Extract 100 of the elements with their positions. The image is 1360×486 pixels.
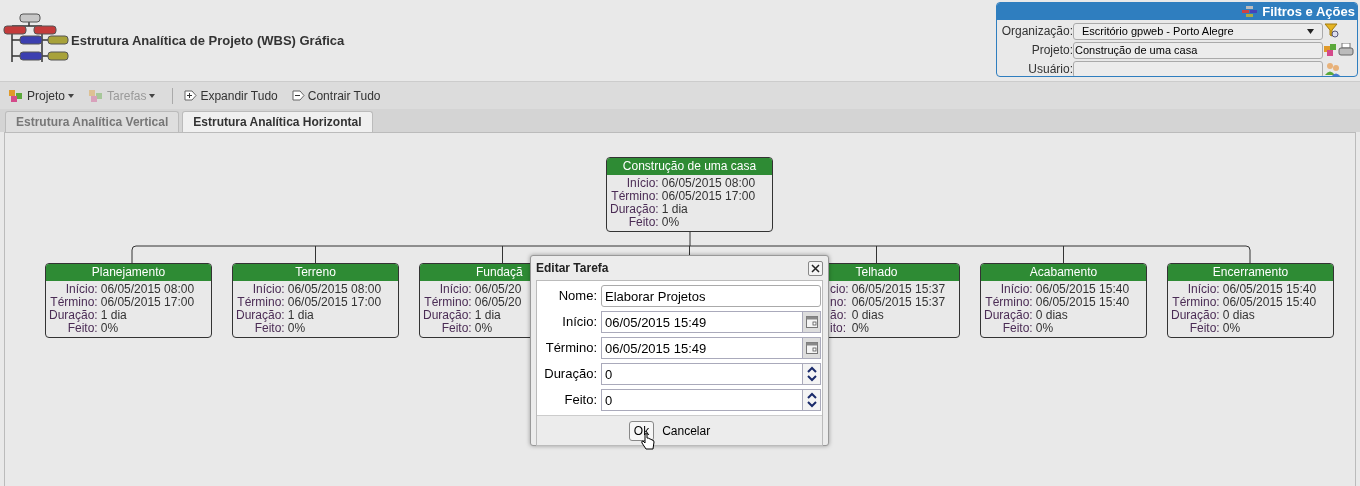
field-value: 0 dias — [851, 309, 885, 322]
task-node[interactable]: Encerramento Início: 06/05/2015 15:40 Término: 06/05/2015 15:40 Duração: 0 dias Feito: 0% — [1167, 263, 1334, 338]
hierarchy-icon — [1242, 5, 1259, 18]
field-label: Término: — [1171, 296, 1220, 309]
collapse-icon — [291, 90, 305, 101]
puzzle-icon — [88, 88, 105, 103]
number-field[interactable]: 0 — [601, 389, 803, 411]
field-label: Início: — [64, 283, 98, 296]
node-title: Encerramento — [1168, 264, 1333, 281]
task-node[interactable]: Acabamento Início: 06/05/2015 15:40 Término: 06/05/2015 15:40 Duração: 0 dias Feito: 0% — [980, 263, 1147, 338]
close-button[interactable] — [808, 260, 823, 276]
field-label: Feito: — [1002, 322, 1033, 335]
field-value: 06/05/2015 17:00 — [100, 296, 195, 309]
ok-button[interactable]: Ok — [628, 420, 655, 441]
field-value: 06/05/2015 15:37 — [851, 296, 946, 309]
field-label: Projeto: — [1030, 42, 1073, 59]
spinner-arrows-icon[interactable] — [806, 392, 817, 408]
field-label: ão: — [830, 309, 848, 322]
menu-button[interactable]: Projeto — [7, 86, 76, 105]
field-label: Feito: — [254, 322, 285, 335]
node-title: Acabamento — [981, 264, 1146, 281]
field-label: Término: — [984, 296, 1033, 309]
field-value: 0% — [1035, 322, 1055, 335]
field-value: 0% — [287, 322, 307, 335]
dropdown-caret-icon — [1307, 28, 1314, 34]
puzzle-icon — [8, 88, 24, 103]
field-label: Duração: — [49, 309, 98, 322]
view-tab[interactable]: Estrutura Analítica Horizontal — [182, 111, 373, 132]
node-title: Planejamento — [46, 264, 211, 281]
name-field[interactable]: Elaborar Projetos — [601, 285, 821, 307]
field-value: 0% — [1222, 322, 1242, 335]
caret-icon — [68, 93, 75, 98]
field-label: Término: — [423, 296, 472, 309]
field-label: Término: — [236, 296, 285, 309]
field-label: Início: — [438, 283, 472, 296]
task-node[interactable]: Construção de uma casa Início: 06/05/2015 08:00 Término: 06/05/2015 17:00 Duração: 1 dia Feito: 0% — [606, 157, 773, 232]
field-value: 06/05/2015 08:00 — [287, 283, 382, 296]
expand-icon — [184, 90, 198, 101]
project-field[interactable]: Construção de uma casa — [1073, 41, 1323, 59]
field-label: Feito: — [628, 216, 659, 229]
close-icon — [811, 263, 820, 273]
field-label: Início: — [625, 177, 659, 190]
calendar-icon[interactable] — [805, 316, 818, 328]
field-value: 06/05/2015 17:00 — [287, 296, 382, 309]
task-node[interactable]: Terreno Início: 06/05/2015 08:00 Término: 06/05/2015 17:00 Duração: 1 dia Feito: 0% — [232, 263, 399, 338]
field-value: 06/05/2015 15:40 — [1035, 296, 1130, 309]
field-label: Usuário: — [1027, 61, 1073, 76]
field-value: 0% — [851, 322, 871, 335]
field-value: 06/05/2015 08:00 — [661, 177, 756, 190]
date-field[interactable]: 06/05/2015 15:49 — [601, 311, 803, 333]
field-value: 0 dias — [1222, 309, 1256, 322]
field-value: 1 dia — [661, 203, 689, 216]
date-field[interactable]: 06/05/2015 15:49 — [601, 337, 803, 359]
field-label: Duração: — [236, 309, 285, 322]
field-value: 0% — [100, 322, 120, 335]
field-value: 0 dias — [1035, 309, 1069, 322]
field-value: 06/05/2015 15:40 — [1035, 283, 1130, 296]
field-label: Término: — [610, 190, 659, 203]
field-label: Início: — [999, 283, 1033, 296]
form-label: Feito: — [563, 391, 598, 410]
field-label: ito: — [830, 322, 847, 335]
task-node[interactable]: Planejamento Início: 06/05/2015 08:00 Término: 06/05/2015 17:00 Duração: 1 dia Feito: 0% — [45, 263, 212, 338]
field-value: 1 dia — [100, 309, 128, 322]
field-value: 0% — [661, 216, 681, 229]
field-value: 06/05/2015 15:40 — [1222, 296, 1317, 309]
filter-funnel-icon[interactable] — [1324, 23, 1340, 39]
field-value: 06/05/2015 08:00 — [100, 283, 195, 296]
field-label: Organização: — [1000, 23, 1073, 40]
page-title: Estrutura Analítica de Projeto (WBS) Gráfica — [71, 32, 345, 51]
form-label: Término: — [544, 339, 598, 358]
field-label: Feito: — [67, 322, 98, 335]
spinner-arrows-icon[interactable] — [806, 366, 817, 382]
field-label: cio: — [830, 283, 849, 296]
field-label: Término: — [49, 296, 98, 309]
puzzle-icon[interactable] — [1324, 44, 1338, 56]
field-label: Duração: — [610, 203, 659, 216]
toolbar-button[interactable]: Expandir Tudo — [183, 86, 279, 105]
field-value: 06/05/2015 15:40 — [1222, 283, 1317, 296]
field-label: no: — [830, 296, 848, 309]
form-label: Duração: — [543, 365, 598, 384]
caret-icon — [149, 93, 156, 98]
field-value: 1 dia — [474, 309, 502, 322]
field-label: Início: — [1186, 283, 1220, 296]
panel-title: Filtros e Ações — [1262, 3, 1355, 21]
organization-select[interactable]: Escritório gpweb - Porto Alegre — [1073, 22, 1323, 40]
user-field[interactable] — [1073, 60, 1323, 76]
printer-icon[interactable] — [1338, 43, 1354, 57]
field-value: 0% — [474, 322, 494, 335]
node-title: Terreno — [233, 264, 398, 281]
field-label: Feito: — [1189, 322, 1220, 335]
field-value: 06/05/2015 15:37 — [851, 283, 946, 296]
number-field[interactable]: 0 — [601, 363, 803, 385]
field-label: Duração: — [1171, 309, 1220, 322]
field-value: 06/05/20 — [474, 283, 522, 296]
field-label: Duração: — [423, 309, 472, 322]
field-value: 06/05/2015 17:00 — [661, 190, 756, 203]
calendar-icon[interactable] — [805, 342, 818, 354]
cancel-button[interactable]: Cancelar — [662, 421, 711, 440]
users-icon[interactable] — [1324, 61, 1342, 76]
toolbar-button[interactable]: Contrair Tudo — [290, 86, 382, 105]
